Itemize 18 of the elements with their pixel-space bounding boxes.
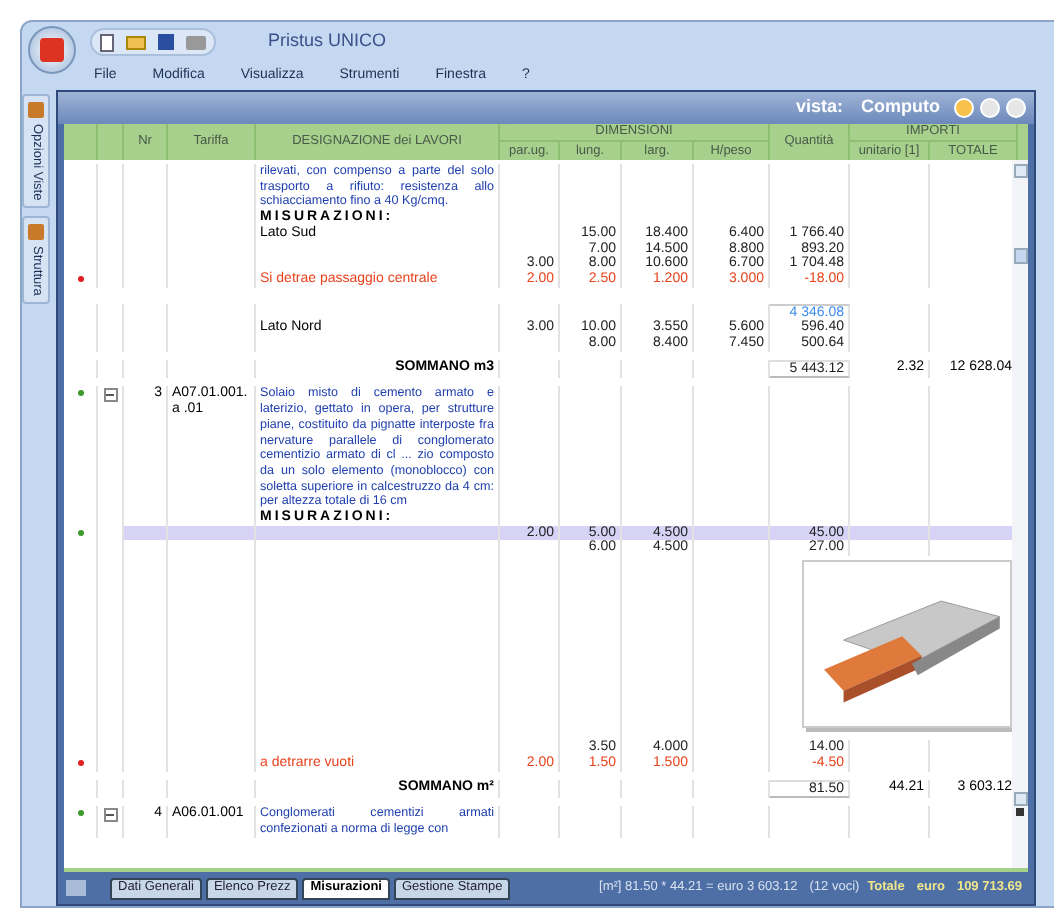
scrollbar[interactable] [1012, 160, 1028, 868]
folder-icon[interactable] [126, 35, 146, 49]
collapse-icon[interactable] [103, 388, 117, 403]
window-title: Pristus UNICO [268, 28, 387, 55]
info-icon[interactable] [1006, 98, 1026, 118]
view-label: vista: [795, 94, 843, 121]
app-logo-icon[interactable] [28, 26, 76, 74]
scroll-up-icon[interactable] [1013, 164, 1028, 178]
options-icon [28, 102, 44, 118]
view-name: Computo [861, 94, 940, 121]
structure-icon [28, 224, 44, 241]
printer-icon[interactable] [186, 35, 206, 49]
bookmark-icon[interactable] [1016, 808, 1025, 816]
list-icon[interactable] [980, 98, 1000, 118]
view-icon[interactable] [954, 98, 974, 118]
collapse-icon[interactable] [103, 808, 117, 823]
new-document-icon[interactable] [100, 33, 114, 51]
scroll-thumb[interactable] [1013, 248, 1028, 264]
